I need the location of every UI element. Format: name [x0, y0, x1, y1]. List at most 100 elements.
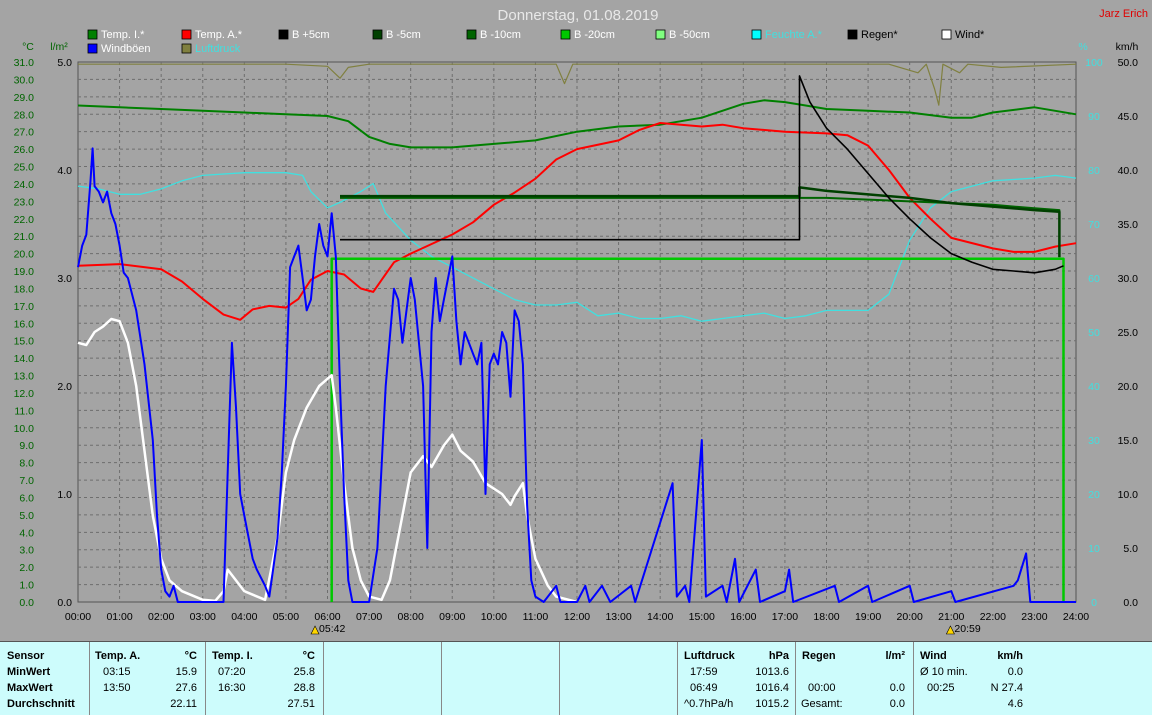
- legend-swatch: [466, 29, 477, 40]
- tick-rain: 2.0: [57, 381, 72, 393]
- tick-temp: 11.0: [14, 405, 34, 417]
- tick-temp: 25.0: [14, 162, 35, 174]
- tick-humidity: 100: [1085, 57, 1103, 69]
- stats-pressure-max: 1016.4: [755, 682, 789, 694]
- legend-swatch: [560, 29, 571, 40]
- tick-temp: 24.0: [14, 179, 35, 191]
- stats-pressure-avg: 1015.2: [755, 698, 789, 710]
- tick-temp: 7.0: [19, 475, 34, 487]
- tick-temp: 20.0: [14, 249, 35, 261]
- tick-temp: 9.0: [19, 440, 34, 452]
- stats-empty-col-2: [442, 642, 560, 715]
- stats-pressure-header: Luftdruck: [684, 650, 735, 662]
- tick-rain: 4.0: [57, 165, 72, 177]
- tick-wind: 35.0: [1118, 219, 1139, 231]
- stats-temp-i-header: Temp. I.: [212, 650, 253, 662]
- tick-temp: 31.0: [14, 57, 35, 69]
- legend-swatch: [87, 43, 98, 54]
- stats-temp-a-unit: °C: [184, 650, 197, 662]
- tick-rain: 3.0: [57, 273, 72, 285]
- tick-x: 12:00: [564, 611, 590, 623]
- tick-x: 06:00: [314, 611, 340, 623]
- tick-x: 05:00: [273, 611, 299, 623]
- tick-temp: 17.0: [14, 301, 35, 313]
- tick-temp: 23.0: [14, 196, 35, 208]
- tick-wind: 10.0: [1118, 489, 1139, 501]
- axis-label-humidity: %: [1078, 41, 1087, 53]
- stats-temp-a-col: Temp. A. °C 03:15 15.9 13:50 27.6 22.11: [90, 642, 206, 715]
- stats-rain-col: Regen l/m² 00:00 0.0 Gesamt: 0.0: [796, 642, 914, 715]
- tick-wind: 20.0: [1118, 381, 1139, 393]
- stats-temp-i-max-time: 16:30: [218, 682, 246, 694]
- tick-x: 08:00: [398, 611, 424, 623]
- stats-temp-i-max: 28.8: [293, 682, 315, 694]
- tick-temp: 10.0: [14, 423, 35, 435]
- tick-temp: 4.0: [19, 527, 34, 539]
- tick-humidity: 20: [1088, 489, 1100, 501]
- stats-wind-header: Wind: [920, 650, 947, 662]
- tick-x: 18:00: [813, 611, 839, 623]
- tick-temp: 14.0: [14, 353, 35, 365]
- tick-temp: 8.0: [19, 458, 34, 470]
- stats-temp-i-col: Temp. I. °C 07:20 25.8 16:30 28.8 27.51: [206, 642, 324, 715]
- weather-day-chart: Donnerstag, 01.08.2019 Jarz Erich Temp. …: [0, 0, 1152, 715]
- tick-wind: 40.0: [1118, 165, 1139, 177]
- tick-x: 11:00: [523, 611, 549, 623]
- tick-x: 07:00: [356, 611, 382, 623]
- tick-temp: 27.0: [14, 127, 35, 139]
- stats-pressure-col: Luftdruck hPa 17:59 1013.6 06:49 1016.4 …: [678, 642, 796, 715]
- tick-temp: 3.0: [19, 545, 34, 557]
- legend-label: Feuchte A.*: [765, 29, 823, 41]
- stats-temp-a-header: Temp. A.: [95, 650, 141, 662]
- tick-humidity: 60: [1088, 273, 1100, 285]
- tick-x: 17:00: [772, 611, 798, 623]
- stats-rain-max: 0.0: [889, 682, 905, 694]
- legend-label: B +5cm: [292, 29, 330, 41]
- tick-rain: 5.0: [57, 57, 72, 69]
- tick-x: 20:00: [897, 611, 923, 623]
- tick-wind: 50.0: [1118, 57, 1139, 69]
- tick-temp: 2.0: [19, 562, 34, 574]
- stats-wind-min: 0.0: [1007, 666, 1023, 678]
- stats-wind-max: N 27.4: [990, 682, 1023, 694]
- stats-rain-header: Regen: [802, 650, 836, 662]
- legend-label: B -5cm: [386, 29, 421, 41]
- stats-sensor-header: Sensor: [7, 650, 45, 662]
- sun-marker-label: 05:42: [319, 623, 345, 635]
- stats-empty-col-1: [324, 642, 442, 715]
- legend-swatch: [655, 29, 666, 40]
- axis-label-temp: °C: [22, 41, 34, 53]
- tick-temp: 21.0: [14, 231, 35, 243]
- stats-row-max: MaxWert: [7, 682, 53, 694]
- stats-empty-col-3: [560, 642, 678, 715]
- tick-x: 09:00: [439, 611, 465, 623]
- stats-rain-unit: l/m²: [885, 650, 905, 662]
- tick-x: 22:00: [980, 611, 1006, 623]
- stats-wind-min-label: Ø 10 min.: [920, 666, 968, 678]
- stats-temp-i-avg: 27.51: [287, 698, 315, 710]
- tick-temp: 0.0: [19, 597, 34, 609]
- tick-rain: 0.0: [57, 597, 72, 609]
- stats-temp-a-avg: 22.11: [170, 698, 197, 710]
- tick-humidity: 10: [1088, 543, 1100, 555]
- legend-label: B -20cm: [574, 29, 615, 41]
- stats-temp-i-min-time: 07:20: [218, 666, 246, 678]
- tick-temp: 16.0: [14, 318, 35, 330]
- tick-temp: 15.0: [14, 336, 35, 348]
- tick-temp: 13.0: [14, 371, 35, 383]
- legend-swatch: [941, 29, 952, 40]
- tick-temp: 6.0: [19, 492, 34, 504]
- stats-row-avg: Durchschnitt: [7, 698, 75, 710]
- tick-temp: 1.0: [19, 580, 34, 592]
- stats-temp-i-unit: °C: [302, 650, 315, 662]
- legend-label: Regen*: [861, 29, 898, 41]
- tick-x: 19:00: [855, 611, 881, 623]
- legend-label: Temp. I.*: [101, 29, 145, 41]
- legend-label: B -10cm: [480, 29, 521, 41]
- tick-x: 01:00: [106, 611, 132, 623]
- tick-humidity: 0: [1091, 597, 1097, 609]
- tick-x: 24:00: [1063, 611, 1089, 623]
- tick-x: 15:00: [689, 611, 715, 623]
- tick-temp: 18.0: [14, 283, 35, 295]
- tick-temp: 29.0: [14, 92, 35, 104]
